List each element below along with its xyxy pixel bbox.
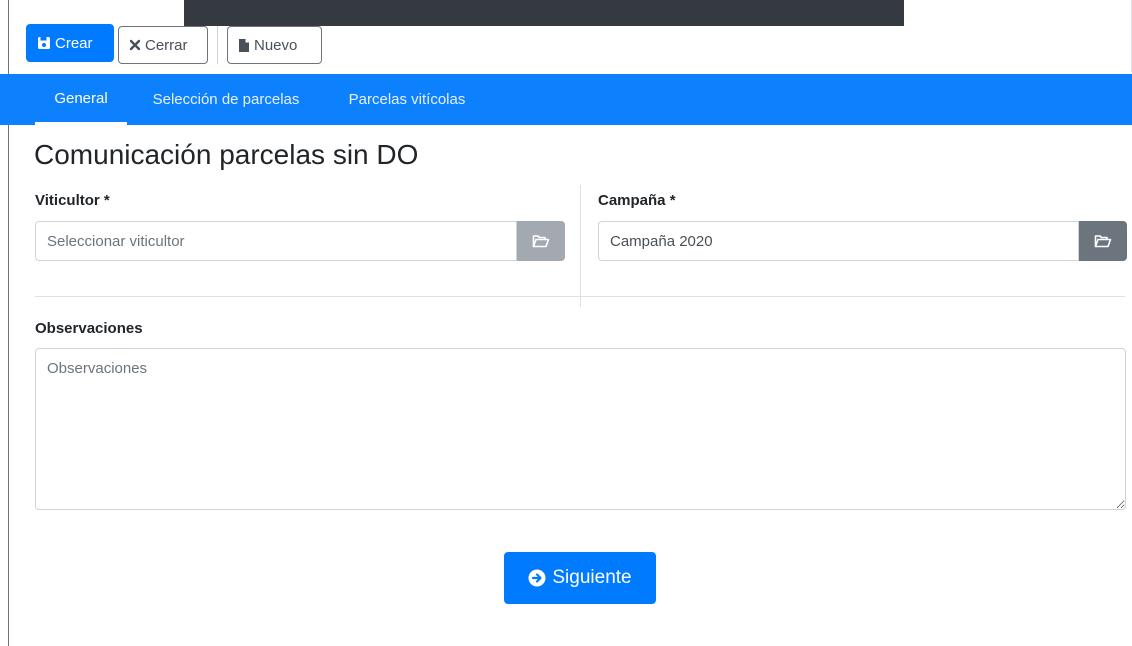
nuevo-button[interactable]: Nuevo bbox=[227, 26, 322, 64]
tab-seleccion-parcelas[interactable]: Selección de parcelas bbox=[140, 74, 312, 125]
tab-seleccion-parcelas-label: Selección de parcelas bbox=[152, 91, 300, 108]
folder-open-icon bbox=[1094, 235, 1112, 248]
tab-parcelas-viticolas[interactable]: Parcelas vitícolas bbox=[334, 74, 480, 125]
file-icon bbox=[239, 38, 249, 52]
arrow-circle-right-icon bbox=[528, 569, 546, 587]
viticultor-input[interactable] bbox=[35, 221, 517, 261]
column-divider bbox=[580, 185, 581, 307]
campana-label: Campaña * bbox=[598, 192, 676, 209]
tab-general[interactable]: General bbox=[35, 74, 127, 125]
tab-parcelas-viticolas-label: Parcelas vitícolas bbox=[348, 91, 466, 108]
crear-button[interactable]: Crear bbox=[26, 24, 114, 62]
campana-select-button[interactable] bbox=[1079, 221, 1127, 261]
cerrar-label: Cerrar bbox=[145, 36, 188, 54]
viticultor-label: Viticultor * bbox=[35, 192, 110, 209]
save-icon bbox=[38, 37, 50, 49]
siguiente-button[interactable]: Siguiente bbox=[504, 552, 656, 604]
folder-open-icon bbox=[532, 235, 550, 248]
siguiente-label: Siguiente bbox=[552, 567, 632, 588]
close-icon bbox=[129, 39, 141, 51]
nuevo-label: Nuevo bbox=[254, 36, 298, 54]
crear-label: Crear bbox=[55, 34, 93, 52]
observaciones-label: Observaciones bbox=[35, 320, 143, 337]
cerrar-button[interactable]: Cerrar bbox=[118, 26, 208, 64]
observaciones-textarea[interactable] bbox=[35, 348, 1126, 510]
tab-general-label: General bbox=[54, 89, 108, 107]
overlay-bar bbox=[184, 0, 904, 26]
viticultor-select-button[interactable] bbox=[517, 221, 565, 261]
tab-bar: General Selección de parcelas Parcelas v… bbox=[0, 74, 1132, 125]
page-title: Comunicación parcelas sin DO bbox=[34, 139, 419, 170]
campana-input[interactable] bbox=[598, 221, 1079, 261]
toolbar-separator bbox=[217, 26, 218, 64]
section-divider bbox=[35, 296, 1125, 297]
